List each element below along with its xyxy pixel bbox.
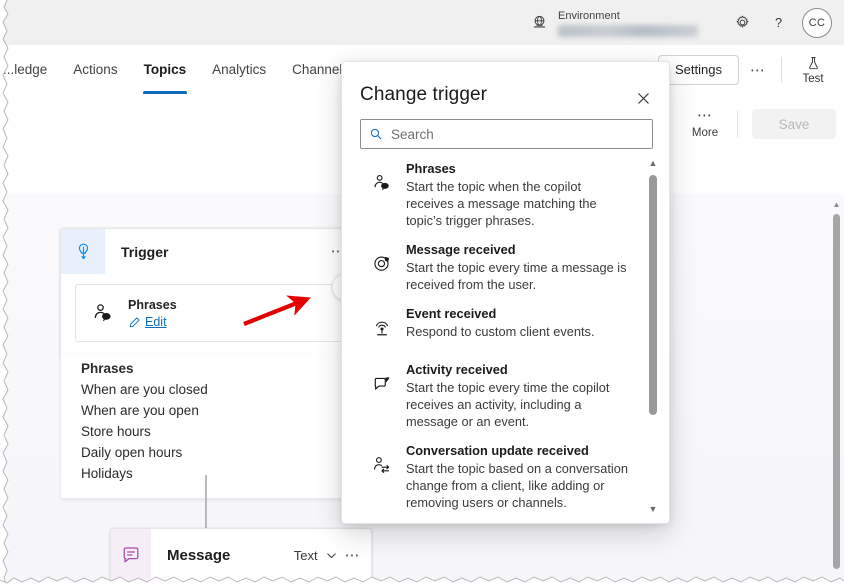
gear-icon[interactable] [724,5,760,41]
environment-name [558,24,698,37]
close-icon[interactable] [629,84,657,112]
trigger-option-text: Phrases Start the topic when the copilot… [398,160,631,229]
environment-selector[interactable]: Environment [558,3,698,43]
trigger-node[interactable]: Trigger ⋯ Phrases Edit [60,228,362,359]
search-input[interactable]: Search [360,119,653,149]
tab-knowledge[interactable]: ...ledge [0,45,60,94]
list-item: Daily open hours [81,445,183,460]
trigger-edit-link[interactable]: Edit [145,315,167,329]
canvas-scrollbar[interactable]: ▲ [831,200,842,580]
list-item: When are you open [81,403,199,418]
list-item: When are you closed [81,382,208,397]
list-item: Holidays [81,466,133,481]
message-node-header: Message Text ⋯ [111,529,371,581]
chevron-down-icon[interactable] [325,549,338,562]
trigger-option-activity-received[interactable]: Activity received Start the topic every … [342,355,669,436]
nav-right-cluster: Settings ⋯ Test [658,45,838,94]
message-node-menu-icon[interactable]: ⋯ [345,546,361,564]
trigger-node-title: Trigger [121,243,169,260]
message-node-title: Message [167,546,231,564]
trigger-option-desc: Start the topic every time a message is … [406,260,627,292]
broadcast-icon [366,305,398,349]
dialog-title: Change trigger [360,84,488,105]
tab-topics[interactable]: Topics [131,45,200,94]
search-icon [361,127,391,141]
command-divider [737,111,738,137]
trigger-option-text: Message received Start the topic every t… [398,241,631,293]
trigger-option-phrases[interactable]: Phrases Start the topic when the copilot… [342,154,669,235]
trigger-option-desc: Respond to custom client events. [406,324,595,339]
dialog-scroll-thumb[interactable] [649,175,657,415]
list-item: Store hours [81,424,151,439]
app-header: Environment ? CC [0,0,844,46]
trigger-option-conversation-update-received[interactable]: Conversation update received Start the t… [342,436,669,515]
search-placeholder: Search [391,126,434,142]
trigger-phrases-card[interactable]: Phrases Edit [75,273,360,342]
trigger-option-message-received[interactable]: Message received Start the topic every t… [342,235,669,299]
nav-divider [781,56,782,83]
canvas-scroll-up-icon[interactable]: ▲ [832,200,841,209]
canvas-scroll-thumb[interactable] [833,214,840,569]
app-window: Environment ? CC ...ledge Actions Topics… [0,0,844,587]
question-mark-icon[interactable]: ? [760,5,796,41]
globe-icon [526,10,552,36]
message-bubble-icon [111,529,151,581]
more-button[interactable]: ⋯ More [677,102,733,146]
target-message-icon [366,241,398,293]
trigger-node-body: Phrases Edit [61,273,361,358]
command-bar-right: ⋯ More Save [677,94,836,154]
trigger-option-name: Activity received [406,362,508,377]
trigger-option-desc: Start the topic every time the copilot r… [406,380,610,429]
trigger-edit-row[interactable]: Edit [128,315,177,329]
node-connector-line [205,475,207,535]
test-button-label: Test [802,72,824,85]
more-button-label: More [691,126,719,139]
phrase-list-heading: Phrases [81,361,134,376]
activity-bubble-icon [366,361,398,430]
trigger-option-name: Conversation update received [406,443,589,458]
message-node-right: Text ⋯ [294,529,361,581]
trigger-option-text: Activity received Start the topic every … [398,361,631,430]
tab-actions[interactable]: Actions [60,45,130,94]
pencil-icon [129,316,140,327]
header-right-cluster: Environment ? CC [526,0,836,45]
trigger-phrases-card-text: Phrases Edit [120,297,177,329]
trigger-options-list: Phrases Start the topic when the copilot… [342,154,669,515]
nav-overflow-icon[interactable]: ⋯ [741,55,775,85]
environment-label: Environment [558,9,620,22]
save-button: Save [752,109,836,139]
trigger-option-text: Event received Respond to custom client … [398,305,595,349]
more-dots-icon: ⋯ [697,106,713,124]
flask-icon [808,56,818,69]
avatar[interactable]: CC [802,7,832,38]
trigger-node-header: Trigger ⋯ [61,229,361,274]
dialog-scroll-up-icon[interactable]: ▲ [648,159,658,168]
message-type-label: Text [293,547,318,563]
person-message-icon [366,160,398,229]
trigger-option-name: Event received [406,306,497,321]
change-trigger-dialog: Change trigger Search Phrases Start the … [341,61,670,524]
test-button[interactable]: Test [788,47,838,92]
svg-text:?: ? [774,15,781,30]
person-arrows-icon [366,442,398,511]
message-node[interactable]: Message Text ⋯ [110,528,372,582]
tab-analytics[interactable]: Analytics [199,45,279,94]
trigger-phrases-card-title: Phrases [128,298,177,312]
trigger-option-text: Conversation update received Start the t… [398,442,631,511]
trigger-phrase-list: Phrases When are you closed When are you… [60,354,362,499]
dialog-scroll-down-icon[interactable]: ▼ [648,505,658,514]
trigger-option-name: Phrases [406,161,456,176]
trigger-option-event-received[interactable]: Event received Respond to custom client … [342,299,669,355]
trigger-option-desc: Start the topic based on a conversation … [406,461,628,510]
trigger-option-desc: Start the topic when the copilot receive… [406,179,597,228]
trigger-bulb-icon [61,229,105,274]
trigger-option-name: Message received [406,242,516,257]
person-message-icon [86,302,120,324]
dialog-scrollbar[interactable]: ▲ ▼ [646,159,660,514]
settings-button[interactable]: Settings [658,54,739,85]
